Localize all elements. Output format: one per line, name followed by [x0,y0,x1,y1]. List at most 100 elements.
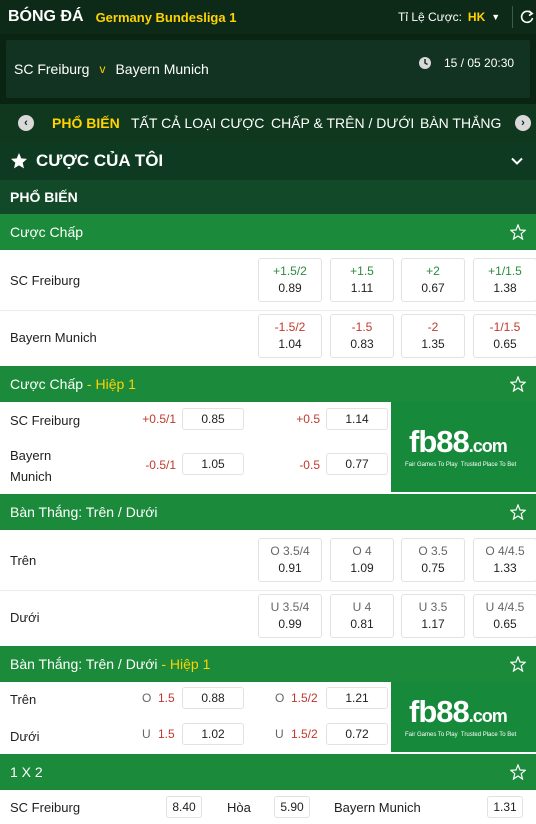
handicap-line: -0.5 [299,458,320,472]
sport-title: BÓNG ĐÁ [8,8,84,25]
tab-all-bets[interactable]: TẤT CẢ LOẠI CƯỢC [131,104,264,142]
top-bar: BÓNG ĐÁ Germany Bundesliga 1 Tỉ Lệ Cược:… [0,0,536,34]
odds-button[interactable]: -2 1.35 [401,314,465,358]
odds-button[interactable]: U 4/4.5 0.65 [473,594,536,638]
chevron-down-icon[interactable]: ▼ [491,12,500,22]
odds-button[interactable]: +1.5 1.11 [330,258,394,302]
odds-price: 1.04 [278,337,302,351]
odds-price: 1.38 [493,281,517,295]
outcome-label: Trên [10,553,37,568]
table-row: SC Freiburg +1.5/2 0.89 +1.5 1.11 +2 0.6… [0,250,536,310]
odds-type-value[interactable]: HK [468,10,485,24]
section-title: PHỔ BIẾN [0,180,536,214]
odds-button[interactable]: 1.14 [326,408,388,430]
odds-button[interactable]: +1.5/2 0.89 [258,258,322,302]
total-prefix: O [142,691,152,705]
odds-button[interactable]: U 3.5 1.17 [401,594,465,638]
handicap-line: +1.5/2 [273,264,307,278]
odds-button[interactable]: -1.5/2 1.04 [258,314,322,358]
odds-price: 1.11 [350,281,374,295]
total-line: U 3.5/4 [270,600,310,614]
odds-button[interactable]: -1/1.5 0.65 [473,314,536,358]
draw-label: Hòa [227,800,251,815]
odds-price: 0.75 [421,561,445,575]
team-name: Bayern Munich [334,800,421,815]
tab-goals[interactable]: BÀN THẮNG [420,104,501,142]
league-name[interactable]: Germany Bundesliga 1 [96,10,237,25]
odds-price: 0.99 [278,617,302,631]
handicap-line: +0.5 [296,412,320,426]
favorite-star-icon[interactable] [510,764,526,780]
odds-price: 1.09 [350,561,374,575]
total-line: O 4/4.5 [485,544,525,558]
odds-price: 1.33 [493,561,517,575]
odds-button[interactable]: 5.90 [274,796,310,818]
handicap-line: -1/1.5 [489,320,521,334]
odds-button[interactable]: 1.05 [182,453,244,475]
refresh-icon[interactable] [519,7,535,27]
my-bets-title: CƯỢC CỦA TÔI [36,151,164,170]
market-title: 1 X 2 [10,764,43,780]
star-icon [11,153,27,169]
odds-button[interactable]: 0.77 [326,453,388,475]
odds-button[interactable]: 1.31 [487,796,523,818]
odds-button[interactable]: O 3.5/4 0.91 [258,538,322,582]
market-header-handicap-h1: Cược Chấp - Hiệp 1 [0,366,536,402]
versus-label: v [99,62,106,76]
odds-button[interactable]: O 3.5 0.75 [401,538,465,582]
total-line: U 3.5 [418,600,448,614]
match-header: SC Freiburg v Bayern Munich 15 / 05 20:3… [0,34,536,104]
brand-logo: fb88.com [409,694,508,729]
chevron-down-icon[interactable] [510,154,524,168]
favorite-star-icon[interactable] [510,376,526,392]
match-datetime: 15 / 05 20:30 [444,56,515,70]
odds-type-selector[interactable]: Tỉ Lệ Cược: HK ▼ [398,0,500,34]
odds-price: 0.89 [278,281,302,295]
odds-button[interactable]: 8.40 [166,796,202,818]
team-name: SC Freiburg [10,800,81,815]
odds-button[interactable]: 1.21 [326,687,388,709]
chevron-left-icon[interactable]: ‹ [18,115,34,131]
market-period: - Hiệp 1 [157,656,211,672]
outcome-label: Trên [10,692,37,707]
odds-button[interactable]: +2 0.67 [401,258,465,302]
market-header-1x2: 1 X 2 [0,754,536,790]
odds-button[interactable]: U 4 0.81 [330,594,394,638]
handicap-line: +2 [426,264,440,278]
market-header-handicap: Cược Chấp [0,214,536,250]
chevron-right-icon[interactable]: › [515,115,531,131]
odds-button[interactable]: O 4 1.09 [330,538,394,582]
fb88-banner[interactable]: fb88.com Fair Games To Play Trusted Plac… [391,402,536,492]
team-name: SC Freiburg [10,413,81,428]
favorite-star-icon[interactable] [510,224,526,240]
fb88-banner[interactable]: fb88.com Fair Games To Play Trusted Plac… [391,682,536,752]
odds-button[interactable]: 0.85 [182,408,244,430]
odds-button[interactable]: 0.88 [182,687,244,709]
handicap-line: -2 [427,320,439,334]
tab-popular[interactable]: PHỔ BIẾN [52,104,120,142]
handicap-line: -1.5 [351,320,373,334]
total-line: O 3.5 [418,544,448,558]
favorite-star-icon[interactable] [510,504,526,520]
brand-tagline: Fair Games To Play Trusted Place To Bet [405,462,517,468]
tab-handicap-ou[interactable]: CHẤP & TRÊN / DƯỚI [271,104,414,142]
total-prefix: U [142,727,151,741]
odds-price: 0.65 [493,337,517,351]
outcome-label: Dưới [10,610,40,625]
team-name: Munich [10,469,52,484]
total-line: 1.5 [158,727,175,741]
odds-button[interactable]: 1.02 [182,723,244,745]
favorite-star-icon[interactable] [510,656,526,672]
odds-button[interactable]: +1/1.5 1.38 [473,258,536,302]
odds-button[interactable]: O 4/4.5 1.33 [473,538,536,582]
total-line: U 4/4.5 [485,600,525,614]
odds-button[interactable]: U 3.5/4 0.99 [258,594,322,638]
odds-price: 0.91 [278,561,302,575]
handicap-line: +1/1.5 [488,264,522,278]
odds-button[interactable]: 0.72 [326,723,388,745]
odds-button[interactable]: -1.5 0.83 [330,314,394,358]
home-team: SC Freiburg [14,61,90,77]
my-bets-header[interactable]: CƯỢC CỦA TÔI [0,142,536,180]
table-row: Dưới U 3.5/4 0.99 U 4 0.81 U 3.5 1.17 U … [0,591,536,646]
odds-price: 0.83 [350,337,374,351]
